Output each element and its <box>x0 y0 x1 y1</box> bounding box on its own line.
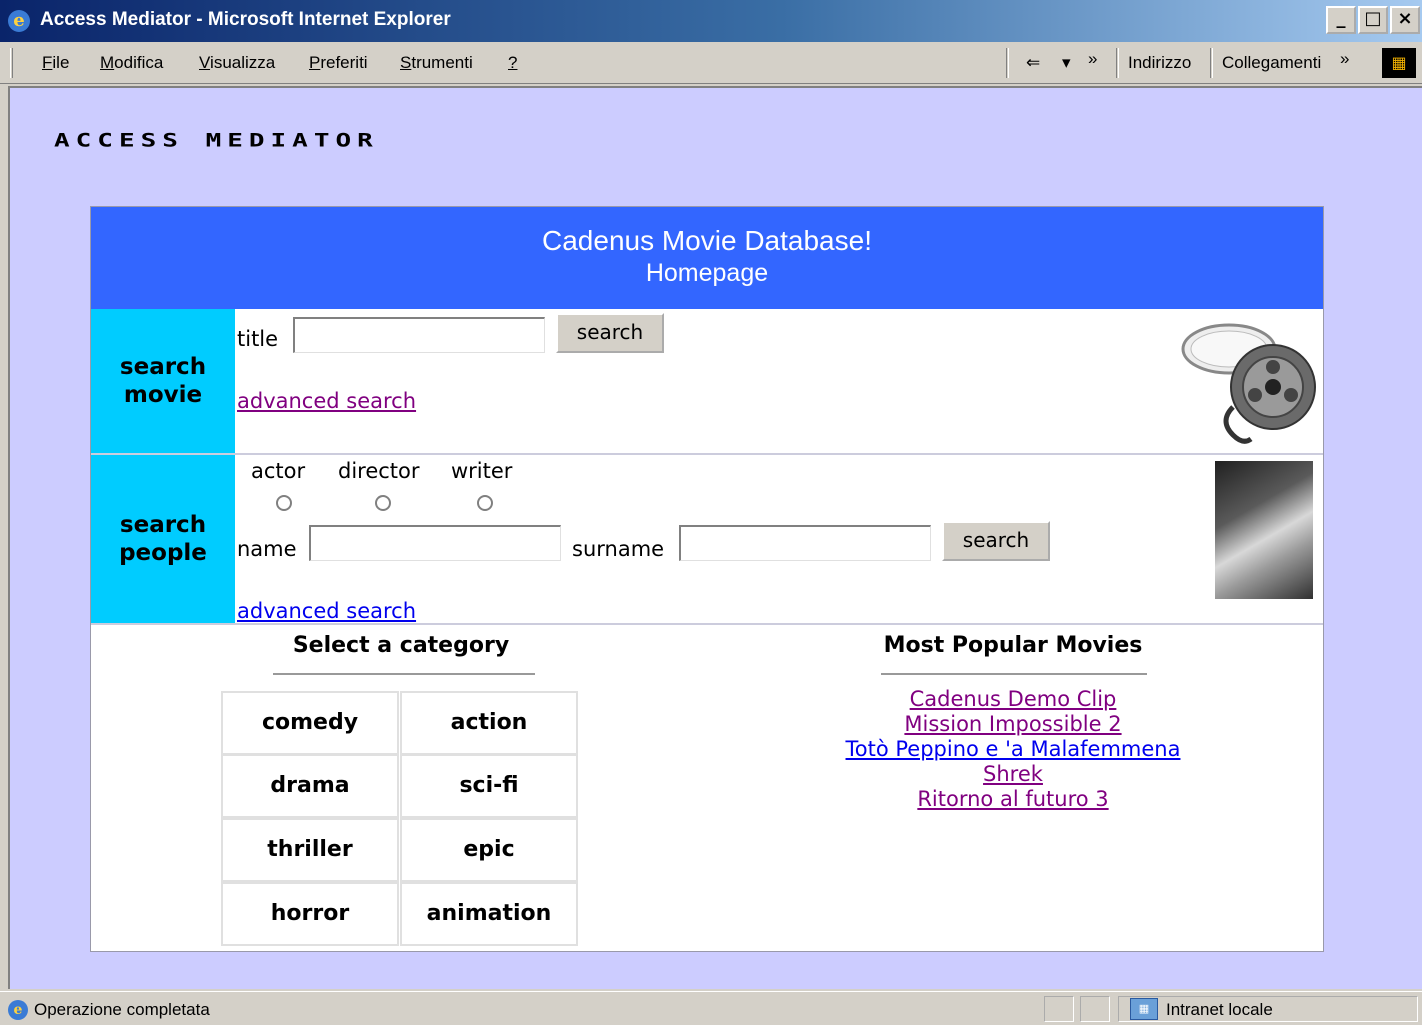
ie-icon[interactable]: e <box>8 10 30 32</box>
search-people-section: search people actor director writer name… <box>91 455 1323 625</box>
toolbar-separator <box>1116 48 1119 78</box>
role-label-actor: actor <box>251 459 306 483</box>
menu-visualizza[interactable]: Visualizza <box>199 53 275 73</box>
toolbar-separator <box>1210 48 1213 78</box>
back-icon[interactable]: ⇐ <box>1026 53 1040 73</box>
popular-movies-title: Most Popular Movies <box>883 633 1143 658</box>
status-text: Operazione completata <box>34 1000 210 1019</box>
categories-divider <box>273 673 535 675</box>
links-label[interactable]: Collegamenti <box>1222 53 1321 73</box>
toolbar-separator <box>1006 48 1009 78</box>
director-radio[interactable] <box>375 495 391 511</box>
close-button[interactable]: × <box>1390 6 1420 34</box>
maximize-button[interactable]: □ <box>1358 6 1388 34</box>
toolbar-more-icon[interactable]: » <box>1088 49 1097 69</box>
popular-movie-link[interactable]: Mission Impossible 2 <box>791 712 1235 737</box>
name-label: name <box>237 537 297 561</box>
category-horror[interactable]: horror <box>221 882 399 946</box>
surname-label: surname <box>572 537 665 561</box>
search-movie-section: search movie title search advanced searc… <box>91 309 1323 455</box>
categories-title: Select a category <box>292 633 510 658</box>
toolbar-grip[interactable] <box>10 48 13 78</box>
category-epic[interactable]: epic <box>400 818 578 882</box>
category-action[interactable]: action <box>400 691 578 755</box>
page-status-icon: e <box>8 1000 28 1020</box>
writer-radio[interactable] <box>477 495 493 511</box>
film-reel-image <box>1181 323 1316 444</box>
window-title: Access Mediator - Microsoft Internet Exp… <box>40 9 451 30</box>
menu-modifica[interactable]: Modifica <box>100 53 163 73</box>
menu-help[interactable]: ? <box>508 53 517 73</box>
actor-radio[interactable] <box>276 495 292 511</box>
back-dropdown-icon[interactable]: ▾ <box>1062 53 1071 73</box>
menu-file[interactable]: File <box>42 53 69 73</box>
popular-movie-link[interactable]: Totò Peppino e 'a Malafemmena <box>791 737 1235 762</box>
title-input[interactable] <box>293 317 545 353</box>
menu-bar: File Modifica Visualizza Preferiti Strum… <box>0 42 1422 84</box>
status-panel <box>1044 996 1074 1022</box>
windows-logo-icon: ▦ <box>1382 48 1416 78</box>
popular-movie-link[interactable]: Shrek <box>791 762 1235 787</box>
page-title: Cadenus Movie Database! <box>542 225 872 256</box>
surname-input[interactable] <box>679 525 931 561</box>
popular-movies-divider <box>881 673 1147 675</box>
title-label: title <box>237 327 279 351</box>
menu-strumenti[interactable]: Strumenti <box>400 53 473 73</box>
status-panel <box>1080 996 1110 1022</box>
search-movie-label: search movie <box>91 309 235 453</box>
intranet-zone-icon: ▦ <box>1130 998 1158 1020</box>
popular-movie-link[interactable]: Ritorno al futuro 3 <box>791 787 1235 812</box>
category-comedy[interactable]: comedy <box>221 691 399 755</box>
site-logo: ACCESS MEDIATOR <box>54 130 379 152</box>
popular-movie-link[interactable]: Cadenus Demo Clip <box>791 687 1235 712</box>
menu-preferiti[interactable]: Preferiti <box>309 53 368 73</box>
page-header: Cadenus Movie Database! Homepage <box>91 207 1323 309</box>
category-thriller[interactable]: thriller <box>221 818 399 882</box>
window-controls: _ □ × <box>1326 6 1420 34</box>
actress-portrait-image <box>1215 461 1313 599</box>
search-people-button[interactable]: search <box>942 521 1050 561</box>
role-label-writer: writer <box>451 459 513 483</box>
name-input[interactable] <box>309 525 561 561</box>
page-subtitle: Homepage <box>645 259 769 287</box>
main-panel: Cadenus Movie Database! Homepage search … <box>90 206 1324 952</box>
security-zone-label: Intranet locale <box>1166 1000 1273 1019</box>
movie-advanced-search-link[interactable]: advanced search <box>237 389 416 413</box>
page-content: ACCESS MEDIATOR Cadenus Movie Database! … <box>8 86 1422 989</box>
people-advanced-search-link[interactable]: advanced search <box>237 599 416 623</box>
status-bar: e Operazione completata ▦ Intranet local… <box>0 991 1422 1025</box>
search-movie-button[interactable]: search <box>556 313 664 353</box>
links-more-icon[interactable]: » <box>1340 49 1349 69</box>
role-label-director: director <box>338 459 420 483</box>
search-people-label: search people <box>91 455 235 623</box>
title-bar: e Access Mediator - Microsoft Internet E… <box>0 0 1422 42</box>
category-sci-fi[interactable]: sci-fi <box>400 754 578 818</box>
minimize-button[interactable]: _ <box>1326 6 1356 34</box>
category-animation[interactable]: animation <box>400 882 578 946</box>
category-drama[interactable]: drama <box>221 754 399 818</box>
popular-movies-list: Cadenus Demo Clip Mission Impossible 2 T… <box>791 687 1235 812</box>
address-label[interactable]: Indirizzo <box>1128 53 1191 73</box>
